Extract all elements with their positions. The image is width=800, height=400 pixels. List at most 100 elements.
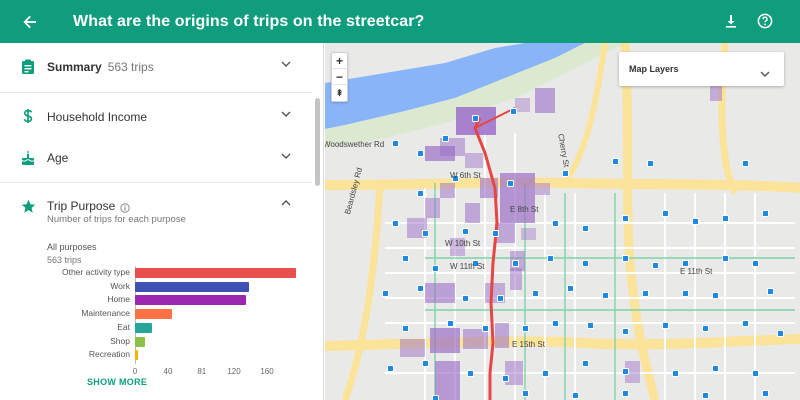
- bus-stop-icon[interactable]: [392, 220, 399, 227]
- bus-stop-icon[interactable]: [702, 392, 709, 399]
- bus-stop-icon[interactable]: [762, 210, 769, 217]
- bus-stop-icon[interactable]: [552, 220, 559, 227]
- bus-stop-icon[interactable]: [497, 295, 504, 302]
- chart-tick-label: 40: [163, 367, 173, 376]
- bus-stop-icon[interactable]: [612, 158, 619, 165]
- map-layers-dropdown[interactable]: Map Layers: [619, 52, 784, 86]
- download-button[interactable]: [722, 12, 740, 30]
- bus-stop-icon[interactable]: [777, 330, 784, 337]
- bus-stop-icon[interactable]: [432, 395, 439, 400]
- help-button[interactable]: [756, 12, 774, 30]
- bus-stop-icon[interactable]: [472, 115, 479, 122]
- info-icon[interactable]: [120, 200, 130, 213]
- bus-stop-icon[interactable]: [442, 135, 449, 142]
- chart-tick-label: 0: [132, 367, 138, 376]
- bus-stop-icon[interactable]: [522, 325, 529, 332]
- bus-stop-icon[interactable]: [532, 290, 539, 297]
- bus-stop-icon[interactable]: [447, 320, 454, 327]
- bus-stop-icon[interactable]: [462, 295, 469, 302]
- bus-stop-icon[interactable]: [622, 390, 629, 397]
- zoom-out-button[interactable]: −: [332, 69, 347, 85]
- reset-north-button[interactable]: ⇞: [332, 85, 347, 101]
- bus-stop-icon[interactable]: [417, 190, 424, 197]
- bus-stop-icon[interactable]: [622, 255, 629, 262]
- bus-stop-icon[interactable]: [572, 392, 579, 399]
- bus-stop-icon[interactable]: [582, 260, 589, 267]
- bus-stop-icon[interactable]: [622, 328, 629, 335]
- bus-stop-icon[interactable]: [562, 170, 569, 177]
- bus-stop-icon[interactable]: [602, 292, 609, 299]
- show-more-button[interactable]: SHOW MORE: [87, 377, 147, 387]
- bus-stop-icon[interactable]: [522, 390, 529, 397]
- bus-stop-icon[interactable]: [417, 150, 424, 157]
- summary-section-header[interactable]: Summary 563 trips: [0, 43, 312, 93]
- bus-stop-icon[interactable]: [702, 325, 709, 332]
- bus-stop-icon[interactable]: [762, 390, 769, 397]
- bus-stop-icon[interactable]: [402, 255, 409, 262]
- chevron-down-icon: [280, 108, 292, 120]
- bus-stop-icon[interactable]: [682, 260, 689, 267]
- street-label-woodswether: Woodswether Rd: [325, 140, 385, 149]
- chart-bar[interactable]: [135, 350, 139, 361]
- bus-stop-icon[interactable]: [392, 140, 399, 147]
- back-button[interactable]: [20, 12, 40, 32]
- bus-stop-icon[interactable]: [482, 325, 489, 332]
- bus-stop-icon[interactable]: [512, 260, 519, 267]
- bus-stop-icon[interactable]: [422, 360, 429, 367]
- chart-bar[interactable]: [135, 295, 247, 306]
- bus-stop-icon[interactable]: [662, 322, 669, 329]
- bus-stop-icon[interactable]: [582, 225, 589, 232]
- chart-bar[interactable]: [135, 268, 296, 278]
- chart-bar[interactable]: [135, 322, 152, 333]
- bus-stop-icon[interactable]: [722, 255, 729, 262]
- map-canvas[interactable]: Woodswether Rd Beardsley Rd Cherry St W …: [325, 43, 800, 400]
- bus-stop-icon[interactable]: [752, 260, 759, 267]
- bus-stop-icon[interactable]: [542, 370, 549, 377]
- bus-stop-icon[interactable]: [402, 325, 409, 332]
- bus-stop-icon[interactable]: [510, 108, 517, 115]
- bus-stop-icon[interactable]: [622, 368, 629, 375]
- bus-stop-icon[interactable]: [567, 285, 574, 292]
- bus-stop-icon[interactable]: [587, 322, 594, 329]
- bus-stop-icon[interactable]: [712, 292, 719, 299]
- bus-stop-icon[interactable]: [692, 218, 699, 225]
- bus-stop-icon[interactable]: [752, 370, 759, 377]
- purpose-bar-chart: Other activity type Work Home Maintenance Ea…: [40, 266, 330, 386]
- bus-stop-icon[interactable]: [642, 290, 649, 297]
- bus-stop-icon[interactable]: [422, 230, 429, 237]
- bus-stop-icon[interactable]: [382, 290, 389, 297]
- bus-stop-icon[interactable]: [417, 285, 424, 292]
- bus-stop-icon[interactable]: [742, 160, 749, 167]
- bus-stop-icon[interactable]: [647, 160, 654, 167]
- bus-stop-icon[interactable]: [492, 230, 499, 237]
- bus-stop-icon[interactable]: [547, 255, 554, 262]
- chart-bar[interactable]: [135, 309, 173, 320]
- bus-stop-icon[interactable]: [682, 290, 689, 297]
- bus-stop-icon[interactable]: [622, 215, 629, 222]
- chart-bar[interactable]: [135, 281, 249, 292]
- bus-stop-icon[interactable]: [662, 210, 669, 217]
- bus-stop-icon[interactable]: [467, 370, 474, 377]
- zoom-in-button[interactable]: +: [332, 53, 347, 69]
- map-layers-label: Map Layers: [629, 64, 679, 74]
- bus-stop-icon[interactable]: [502, 375, 509, 382]
- bus-stop-icon[interactable]: [507, 180, 514, 187]
- panel-scrollbar[interactable]: [315, 98, 320, 186]
- bus-stop-icon[interactable]: [767, 288, 774, 295]
- star-icon: [20, 198, 36, 214]
- bus-stop-icon[interactable]: [722, 215, 729, 222]
- chart-bar[interactable]: [135, 336, 145, 347]
- bus-stop-icon[interactable]: [582, 360, 589, 367]
- bus-stop-icon[interactable]: [712, 365, 719, 372]
- bus-stop-icon[interactable]: [552, 320, 559, 327]
- bus-stop-icon[interactable]: [432, 265, 439, 272]
- income-section-header[interactable]: Household Income: [0, 93, 312, 139]
- age-section-header[interactable]: Age: [0, 139, 312, 183]
- bus-stop-icon[interactable]: [672, 370, 679, 377]
- bus-stop-icon[interactable]: [462, 228, 469, 235]
- bus-stop-icon[interactable]: [652, 262, 659, 269]
- minor-roads: [385, 123, 795, 400]
- chart-category-label: Eat: [117, 321, 130, 332]
- bus-stop-icon[interactable]: [387, 365, 394, 372]
- bus-stop-icon[interactable]: [742, 320, 749, 327]
